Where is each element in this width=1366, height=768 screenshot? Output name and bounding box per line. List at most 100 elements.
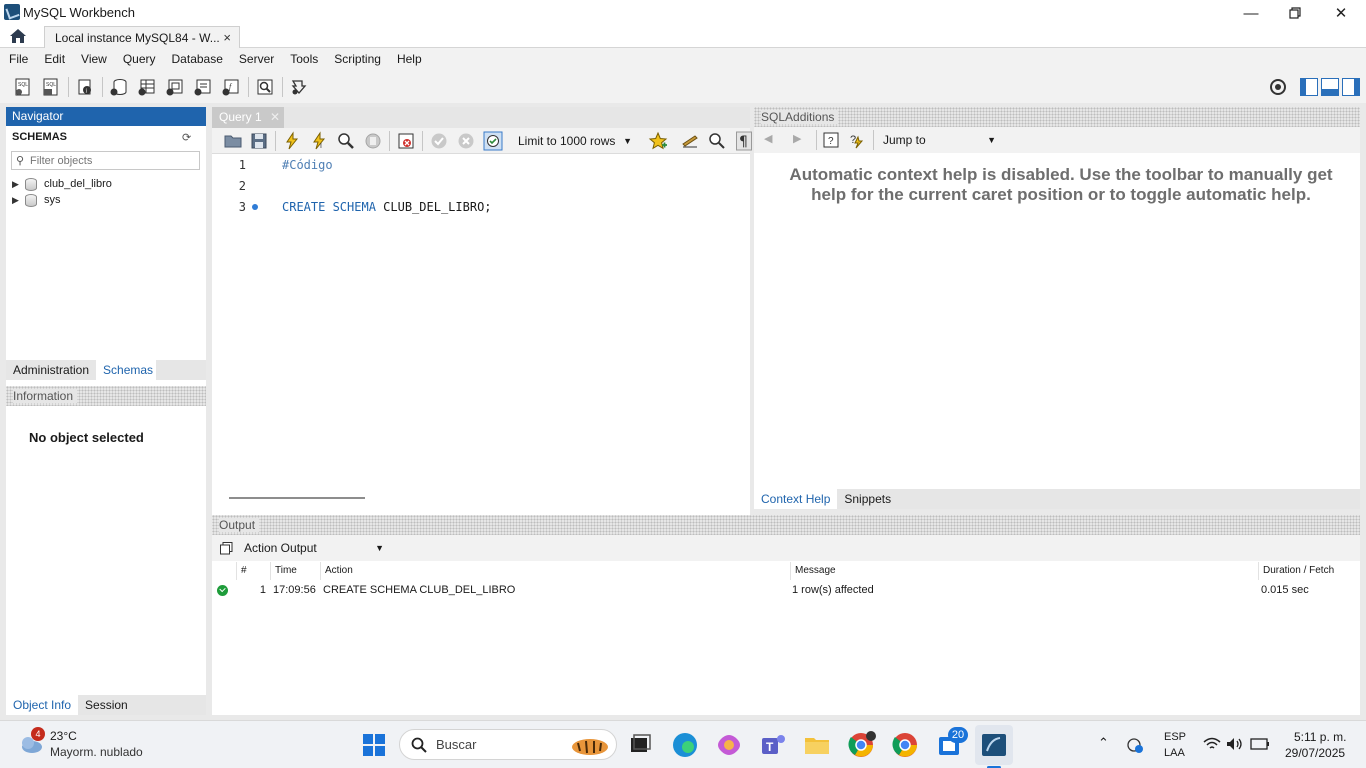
tab-administration[interactable]: Administration — [6, 360, 96, 380]
create-schema-icon[interactable] — [109, 77, 129, 97]
chrome-icon[interactable] — [889, 729, 921, 761]
auto-help-icon[interactable]: ? — [847, 130, 867, 150]
search-label: Buscar — [436, 737, 477, 752]
home-button[interactable] — [8, 27, 34, 47]
column-header-duration[interactable]: Duration / Fetch — [1258, 562, 1358, 580]
toggle-secondary-sidebar-icon[interactable] — [1342, 78, 1360, 96]
create-view-icon[interactable] — [165, 77, 185, 97]
menu-scripting[interactable]: Scripting — [326, 48, 389, 71]
forward-icon[interactable]: ▶ — [793, 132, 801, 145]
output-mode-select[interactable]: Action Output ▼ — [240, 539, 388, 558]
copilot-icon[interactable] — [713, 729, 745, 761]
sql-additions-header: SQLAdditions — [754, 107, 1360, 127]
horizontal-scrollbar[interactable] — [229, 497, 365, 499]
expand-arrow-icon[interactable]: ▶ — [12, 195, 22, 206]
new-sql-tab-icon[interactable]: SQL — [13, 77, 33, 97]
column-header-time[interactable]: Time — [270, 562, 320, 580]
auto-commit-icon[interactable] — [483, 131, 503, 151]
schema-item-sys[interactable]: ▶ sys — [12, 192, 61, 208]
chevron-down-icon: ▼ — [375, 543, 384, 553]
find-icon[interactable] — [707, 131, 727, 151]
clock-date[interactable]: 29/07/2025 — [1285, 746, 1345, 760]
reconnect-icon[interactable] — [289, 77, 309, 97]
create-table-icon[interactable] — [137, 77, 157, 97]
tab-schemas[interactable]: Schemas — [96, 360, 157, 380]
invisible-characters-icon[interactable]: ¶ — [734, 131, 754, 151]
save-icon[interactable] — [249, 131, 269, 151]
column-header-action[interactable]: Action — [320, 562, 790, 580]
rollback-icon[interactable] — [456, 131, 476, 151]
taskbar-search[interactable]: Buscar — [399, 729, 617, 760]
query-editor-panel: Query 1 ✕ I Limit to 1000 rows ▼ ¶ 1 #Có… — [212, 107, 752, 515]
refresh-schemas-icon[interactable]: ⟳ — [182, 131, 191, 144]
close-query-tab-icon[interactable]: ✕ — [270, 107, 280, 128]
execute-current-statement-icon[interactable]: I — [309, 131, 329, 151]
volume-icon[interactable] — [1226, 737, 1244, 751]
menu-query[interactable]: Query — [115, 48, 164, 71]
minimize-button[interactable]: — — [1228, 0, 1274, 26]
tab-object-info[interactable]: Object Info — [6, 695, 79, 715]
tab-context-help[interactable]: Context Help — [754, 489, 838, 509]
menu-view[interactable]: View — [73, 48, 115, 71]
sql-editor[interactable]: 1 #Código 2 3 CREATE SCHEMA CLUB_DEL_LIB… — [212, 154, 750, 494]
settings-icon[interactable] — [1268, 77, 1288, 97]
open-file-icon[interactable] — [223, 131, 243, 151]
menu-file[interactable]: File — [1, 48, 36, 71]
add-to-snippets-icon[interactable] — [648, 131, 668, 151]
mysql-workbench-taskbar-icon[interactable] — [978, 729, 1010, 761]
line-number: 1 — [238, 158, 246, 172]
table-row[interactable]: 1 17:09:56 CREATE SCHEMA CLUB_DEL_LIBRO … — [212, 581, 1360, 599]
column-header-message[interactable]: Message — [790, 562, 1258, 580]
task-view-icon[interactable] — [624, 729, 656, 761]
clock-time[interactable]: 5:11 p. m. — [1294, 730, 1346, 744]
toggle-sidebar-icon[interactable] — [1300, 78, 1318, 96]
chrome-profile-icon[interactable] — [845, 729, 877, 761]
jump-to-select[interactable]: Jump to ▼ — [878, 130, 1000, 150]
teams-icon[interactable]: T — [757, 729, 789, 761]
beautify-icon[interactable] — [680, 131, 700, 151]
schema-item-club-del-libro[interactable]: ▶ club_del_libro — [12, 176, 112, 192]
explain-icon[interactable] — [336, 131, 356, 151]
create-procedure-icon[interactable] — [193, 77, 213, 97]
column-header-num[interactable]: # — [236, 562, 270, 580]
tab-snippets[interactable]: Snippets — [837, 489, 898, 509]
edge-browser-icon[interactable] — [669, 729, 701, 761]
open-sql-script-icon[interactable]: SQL — [41, 77, 61, 97]
tab-query-1[interactable]: Query 1 ✕ — [212, 107, 284, 128]
create-function-icon[interactable]: f — [221, 77, 241, 97]
network-status-icon[interactable] — [1126, 736, 1144, 754]
close-window-button[interactable]: ✕ — [1318, 0, 1364, 26]
close-tab-icon[interactable]: × — [223, 30, 231, 45]
menu-help[interactable]: Help — [389, 48, 430, 71]
toggle-continue-on-error-icon[interactable] — [396, 131, 416, 151]
wifi-icon[interactable] — [1203, 737, 1221, 751]
battery-icon[interactable] — [1250, 737, 1270, 751]
tab-session[interactable]: Session — [78, 695, 135, 715]
manual-help-icon[interactable]: ? — [821, 130, 841, 150]
execute-icon[interactable] — [282, 131, 302, 151]
input-language[interactable]: ESP — [1164, 731, 1186, 743]
weather-temperature[interactable]: 23°C — [50, 729, 77, 743]
show-hidden-icons-chevron-up-icon[interactable]: ⌃ — [1098, 735, 1109, 751]
filter-objects-input[interactable] — [30, 152, 190, 169]
windows-start-icon[interactable] — [358, 729, 390, 761]
menu-server[interactable]: Server — [231, 48, 282, 71]
file-explorer-icon[interactable] — [801, 729, 833, 761]
copy-icon[interactable] — [220, 542, 233, 555]
restore-button[interactable] — [1272, 0, 1318, 26]
keyboard-layout[interactable]: LAA — [1164, 747, 1185, 759]
limit-rows-select[interactable]: Limit to 1000 rows ▼ — [514, 131, 636, 151]
toggle-output-icon[interactable] — [1321, 78, 1339, 96]
expand-arrow-icon[interactable]: ▶ — [12, 179, 22, 190]
tab-local-instance[interactable]: Local instance MySQL84 - W... × — [44, 26, 240, 48]
menu-edit[interactable]: Edit — [36, 48, 73, 71]
inspector-icon[interactable]: i — [75, 77, 95, 97]
commit-icon[interactable] — [429, 131, 449, 151]
menu-database[interactable]: Database — [164, 48, 231, 71]
stop-icon[interactable] — [363, 131, 383, 151]
weather-description[interactable]: Mayorm. nublado — [50, 745, 143, 759]
search-table-data-icon[interactable] — [255, 77, 275, 97]
back-icon[interactable]: ◀ — [764, 132, 772, 145]
menu-tools[interactable]: Tools — [282, 48, 326, 71]
filter-objects-field[interactable]: ⚲ — [11, 151, 200, 170]
